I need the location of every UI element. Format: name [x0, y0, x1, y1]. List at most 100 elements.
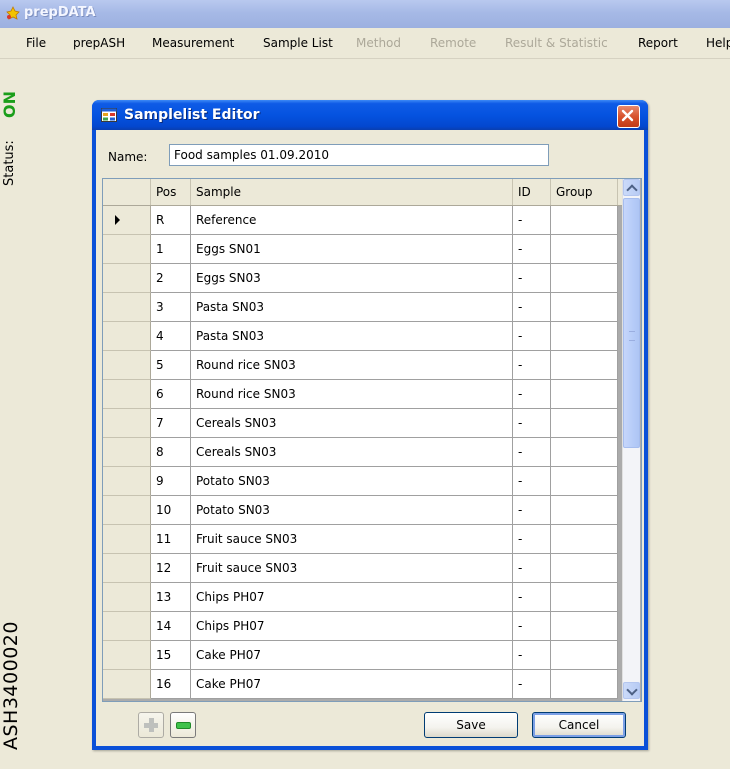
row-header[interactable]: [103, 380, 151, 409]
cell-group[interactable]: [551, 264, 618, 293]
cell-group[interactable]: [551, 467, 618, 496]
row-header[interactable]: [103, 496, 151, 525]
cell-pos[interactable]: 6: [151, 380, 191, 409]
row-header[interactable]: [103, 641, 151, 670]
cell-sample[interactable]: Pasta SN03: [191, 293, 513, 322]
row-header[interactable]: [103, 525, 151, 554]
table-row[interactable]: 2 Eggs SN03-: [103, 264, 622, 293]
cell-sample[interactable]: Potato SN03: [191, 467, 513, 496]
cell-group[interactable]: [551, 525, 618, 554]
table-row[interactable]: 16 Cake PH07-: [103, 670, 622, 699]
cell-group[interactable]: [551, 438, 618, 467]
cell-id[interactable]: -: [513, 670, 551, 699]
menu-remote[interactable]: Remote: [430, 36, 476, 50]
table-row[interactable]: 14 Chips PH07-: [103, 612, 622, 641]
table-row[interactable]: 3 Pasta SN03-: [103, 293, 622, 322]
cell-pos[interactable]: 15: [151, 641, 191, 670]
table-row[interactable]: 4 Pasta SN03-: [103, 322, 622, 351]
cell-id[interactable]: -: [513, 206, 551, 235]
cell-group[interactable]: [551, 641, 618, 670]
table-row[interactable]: 10 Potato SN03-: [103, 496, 622, 525]
row-header[interactable]: [103, 293, 151, 322]
cell-group[interactable]: [551, 496, 618, 525]
cell-pos[interactable]: R: [151, 206, 191, 235]
row-header[interactable]: [103, 409, 151, 438]
cell-pos[interactable]: 7: [151, 409, 191, 438]
cell-id[interactable]: -: [513, 351, 551, 380]
cell-pos[interactable]: 12: [151, 554, 191, 583]
row-header[interactable]: [103, 467, 151, 496]
cell-group[interactable]: [551, 235, 618, 264]
cell-sample[interactable]: Cake PH07: [191, 670, 513, 699]
cell-id[interactable]: -: [513, 583, 551, 612]
dialog-title-bar[interactable]: Samplelist Editor: [92, 100, 648, 130]
cell-group[interactable]: [551, 380, 618, 409]
menu-prepash[interactable]: prepASH: [73, 36, 125, 50]
table-row[interactable]: 13 Chips PH07-: [103, 583, 622, 612]
cell-id[interactable]: -: [513, 612, 551, 641]
cell-id[interactable]: -: [513, 264, 551, 293]
table-row[interactable]: R Reference -: [103, 206, 622, 235]
header-sample[interactable]: Sample: [191, 179, 513, 205]
menu-result-statistic[interactable]: Result & Statistic: [505, 36, 608, 50]
cell-group[interactable]: [551, 409, 618, 438]
cell-group[interactable]: [551, 612, 618, 641]
remove-row-button[interactable]: [170, 712, 196, 738]
table-row[interactable]: 1 Eggs SN01-: [103, 235, 622, 264]
cell-group[interactable]: [551, 293, 618, 322]
row-header[interactable]: [103, 351, 151, 380]
cell-sample[interactable]: Pasta SN03: [191, 322, 513, 351]
cell-group[interactable]: [551, 351, 618, 380]
cell-pos[interactable]: 9: [151, 467, 191, 496]
row-header[interactable]: [103, 554, 151, 583]
cell-pos[interactable]: 14: [151, 612, 191, 641]
save-button[interactable]: Save: [424, 712, 518, 738]
scroll-thumb[interactable]: [623, 198, 640, 448]
cell-group[interactable]: [551, 670, 618, 699]
table-row[interactable]: 6 Round rice SN03-: [103, 380, 622, 409]
table-row[interactable]: 8 Cereals SN03-: [103, 438, 622, 467]
cell-sample[interactable]: Cereals SN03: [191, 409, 513, 438]
menu-file[interactable]: File: [26, 36, 46, 50]
row-header[interactable]: [103, 206, 151, 235]
row-header[interactable]: [103, 235, 151, 264]
cell-pos[interactable]: 13: [151, 583, 191, 612]
cell-sample[interactable]: Round rice SN03: [191, 351, 513, 380]
cell-pos[interactable]: 8: [151, 438, 191, 467]
cell-id[interactable]: -: [513, 293, 551, 322]
header-corner[interactable]: [103, 179, 151, 205]
cell-group[interactable]: [551, 322, 618, 351]
row-header[interactable]: [103, 264, 151, 293]
header-pos[interactable]: Pos: [151, 179, 191, 205]
cancel-button[interactable]: Cancel: [532, 712, 626, 738]
table-row[interactable]: 9 Potato SN03-: [103, 467, 622, 496]
header-id[interactable]: ID: [513, 179, 551, 205]
cell-group[interactable]: [551, 583, 618, 612]
menu-sample-list[interactable]: Sample List: [263, 36, 333, 50]
cell-id[interactable]: -: [513, 438, 551, 467]
scroll-up-button[interactable]: [623, 179, 640, 196]
cell-sample[interactable]: Eggs SN01: [191, 235, 513, 264]
cell-id[interactable]: -: [513, 467, 551, 496]
table-row[interactable]: 5 Round rice SN03-: [103, 351, 622, 380]
cell-id[interactable]: -: [513, 322, 551, 351]
cell-sample[interactable]: Chips PH07: [191, 583, 513, 612]
cell-pos[interactable]: 10: [151, 496, 191, 525]
row-header[interactable]: [103, 438, 151, 467]
vertical-scrollbar[interactable]: [622, 179, 640, 701]
cell-sample[interactable]: Eggs SN03: [191, 264, 513, 293]
cell-id[interactable]: -: [513, 496, 551, 525]
row-header[interactable]: [103, 583, 151, 612]
table-row[interactable]: 15 Cake PH07-: [103, 641, 622, 670]
cell-id[interactable]: -: [513, 554, 551, 583]
cell-id[interactable]: -: [513, 380, 551, 409]
cell-sample[interactable]: Round rice SN03: [191, 380, 513, 409]
cell-pos[interactable]: 2: [151, 264, 191, 293]
cell-group[interactable]: [551, 554, 618, 583]
cell-sample[interactable]: Cake PH07: [191, 641, 513, 670]
close-button[interactable]: [617, 105, 640, 128]
cell-group[interactable]: [551, 206, 618, 235]
cell-id[interactable]: -: [513, 525, 551, 554]
sample-grid[interactable]: Pos Sample ID Group R Reference -1 Eggs SN0…: [102, 178, 642, 702]
cell-sample[interactable]: Potato SN03: [191, 496, 513, 525]
